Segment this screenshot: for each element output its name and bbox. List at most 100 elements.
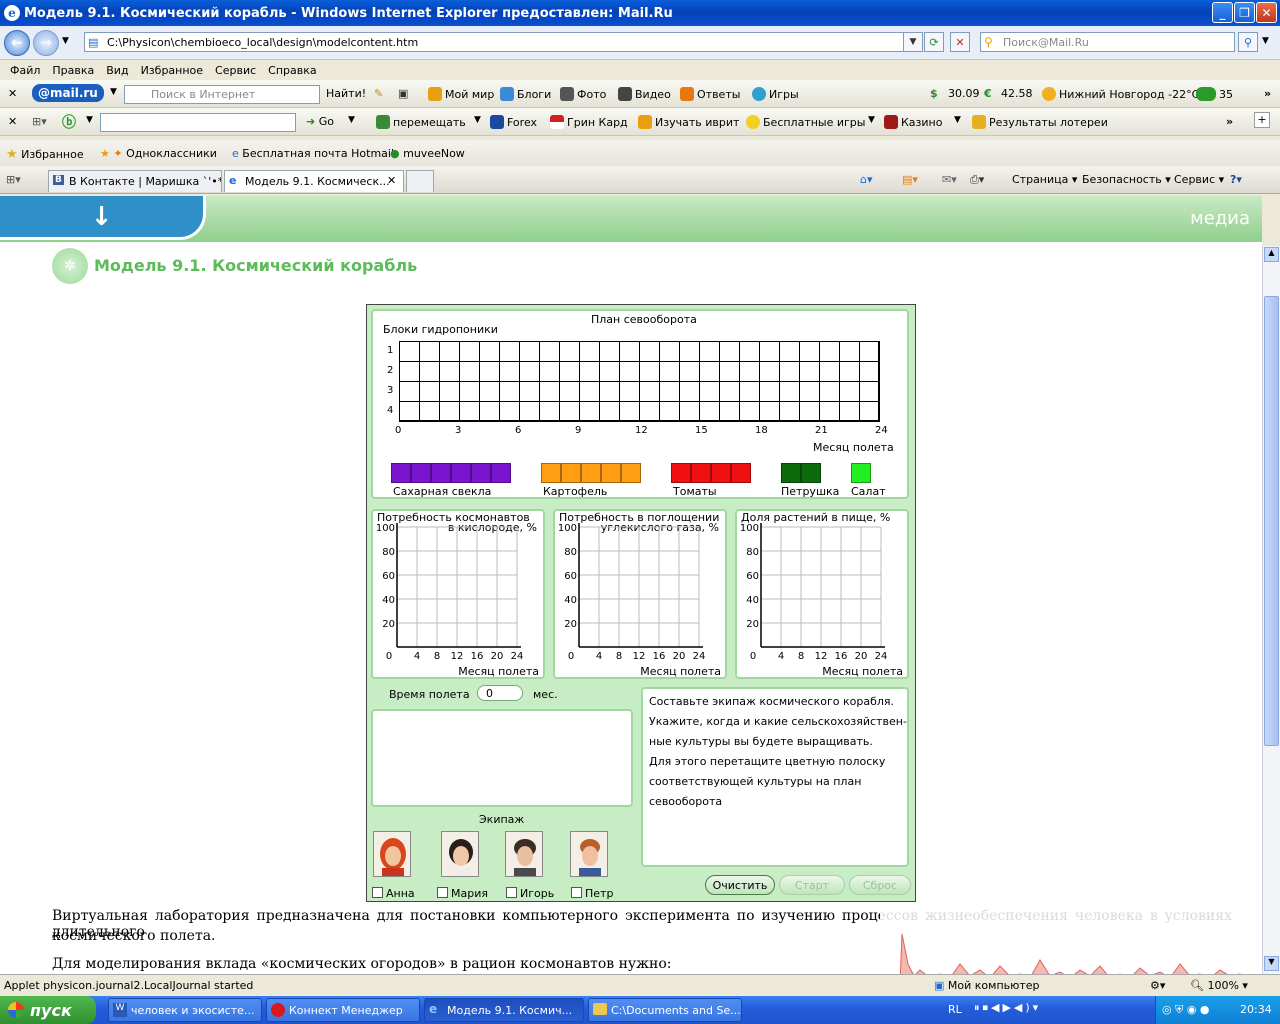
games-link[interactable]: Игры xyxy=(752,87,799,101)
menu-favorites[interactable]: Избранное xyxy=(141,64,203,80)
plan-cell[interactable] xyxy=(539,381,560,402)
find-button[interactable]: Найти! xyxy=(326,87,366,100)
plan-cell[interactable] xyxy=(439,401,460,422)
addon-menu-icon[interactable]: ⊞▾ xyxy=(32,115,47,128)
answers-link[interactable]: Ответы xyxy=(680,87,740,101)
plan-cell[interactable] xyxy=(659,341,680,362)
crop-segment[interactable] xyxy=(391,463,411,483)
service-menu[interactable]: Сервис ▾ xyxy=(1174,173,1224,186)
plan-cell[interactable] xyxy=(679,401,700,422)
close-tab-icon[interactable]: ✕ xyxy=(387,174,396,187)
plan-cell[interactable] xyxy=(479,361,500,382)
plan-cell[interactable] xyxy=(819,361,840,382)
plan-cell[interactable] xyxy=(499,361,520,382)
tray-icons[interactable]: ◎ ⛨ ◉ ● xyxy=(1162,1003,1210,1017)
address-input[interactable]: C:\Physicon\chembioeco_local\design\mode… xyxy=(84,32,920,52)
menu-tools[interactable]: Сервис xyxy=(215,64,256,80)
plan-cell[interactable] xyxy=(579,361,600,382)
plan-cell[interactable] xyxy=(699,361,720,382)
plan-cell[interactable] xyxy=(779,341,800,362)
hebrew-link[interactable]: Изучать иврит xyxy=(638,115,739,129)
tab-vkontakte[interactable]: B В Контакте | Маришка `'•*... xyxy=(48,170,222,192)
plan-cell[interactable] xyxy=(739,381,760,402)
plan-cell[interactable] xyxy=(559,341,580,362)
fav-hotmail[interactable]: e Бесплатная почта Hotmail xyxy=(232,147,394,160)
crop-segment[interactable] xyxy=(601,463,621,483)
blogs-link[interactable]: Блоги xyxy=(500,87,551,101)
addon-logo-dropdown-icon[interactable]: ▼ xyxy=(86,115,93,125)
search-go-icon[interactable]: ⚲ xyxy=(1238,32,1258,52)
plan-cell[interactable] xyxy=(819,341,840,362)
plan-cell[interactable] xyxy=(579,381,600,402)
plan-cell[interactable] xyxy=(419,381,440,402)
security-menu[interactable]: Безопасность ▾ xyxy=(1082,173,1171,186)
crew-photo-maria[interactable] xyxy=(441,831,479,877)
fav-odnoklassniki[interactable]: ★ ✦ Одноклассники xyxy=(100,147,217,160)
plan-cell[interactable] xyxy=(699,341,720,362)
plan-grid[interactable] xyxy=(399,341,880,422)
move-dropdown-icon[interactable]: ▼ xyxy=(474,115,481,125)
plan-cell[interactable] xyxy=(679,341,700,362)
plan-cell[interactable] xyxy=(399,361,420,382)
plan-cell[interactable] xyxy=(619,361,640,382)
plan-cell[interactable] xyxy=(499,381,520,402)
plan-cell[interactable] xyxy=(499,341,520,362)
crop-bar-potato[interactable] xyxy=(541,463,641,483)
usd-rate[interactable]: 30.09 xyxy=(948,87,980,100)
highlight-icon[interactable]: ✎ xyxy=(374,87,383,100)
home-icon[interactable]: ⌂▾ xyxy=(860,173,873,186)
menu-view[interactable]: Вид xyxy=(106,64,128,80)
crop-segment[interactable] xyxy=(851,463,871,483)
my-world-link[interactable]: Мой мир xyxy=(428,87,494,101)
addon-more-icon[interactable]: » xyxy=(1226,115,1233,128)
plan-cell[interactable] xyxy=(559,401,580,422)
plan-cell[interactable] xyxy=(639,401,660,422)
menu-edit[interactable]: Правка xyxy=(52,64,94,80)
plan-cell[interactable] xyxy=(579,401,600,422)
plan-cell[interactable] xyxy=(419,401,440,422)
plan-cell[interactable] xyxy=(639,361,660,382)
address-dropdown-icon[interactable]: ▼ xyxy=(903,32,923,52)
crop-segment[interactable] xyxy=(731,463,751,483)
plan-cell[interactable] xyxy=(439,381,460,402)
crop-segment[interactable] xyxy=(541,463,561,483)
crop-segment[interactable] xyxy=(711,463,731,483)
plan-cell[interactable] xyxy=(739,401,760,422)
traffic-link[interactable]: 35 xyxy=(1196,87,1233,101)
plan-cell[interactable] xyxy=(739,341,760,362)
crew-checkbox-anna[interactable] xyxy=(372,887,383,898)
crop-segment[interactable] xyxy=(801,463,821,483)
plan-cell[interactable] xyxy=(759,401,780,422)
plan-cell[interactable] xyxy=(719,341,740,362)
plan-cell[interactable] xyxy=(519,361,540,382)
plan-cell[interactable] xyxy=(579,341,600,362)
free-games-link[interactable]: Бесплатные игры xyxy=(746,115,865,129)
internet-search-input[interactable]: Поиск в Интернет xyxy=(124,85,320,104)
tab-model[interactable]: e Модель 9.1. Космическ... ✕ xyxy=(224,170,404,192)
crop-bar-sugar-beet[interactable] xyxy=(391,463,511,483)
crop-segment[interactable] xyxy=(581,463,601,483)
casino-dropdown-icon[interactable]: ▼ xyxy=(954,115,961,125)
menu-file[interactable]: Файл xyxy=(10,64,40,80)
quick-tabs-icon[interactable]: ⊞▾ xyxy=(6,173,21,186)
crop-segment[interactable] xyxy=(781,463,801,483)
language-indicator[interactable]: RL xyxy=(948,1003,962,1016)
scroll-up-icon[interactable]: ▲ xyxy=(1264,247,1279,262)
plan-cell[interactable] xyxy=(399,381,420,402)
crew-checkbox-igor[interactable] xyxy=(506,887,517,898)
plan-cell[interactable] xyxy=(699,401,720,422)
crop-segment[interactable] xyxy=(451,463,471,483)
plan-cell[interactable] xyxy=(459,341,480,362)
crew-checkbox-maria[interactable] xyxy=(437,887,448,898)
plan-cell[interactable] xyxy=(519,341,540,362)
crop-segment[interactable] xyxy=(561,463,581,483)
crop-segment[interactable] xyxy=(471,463,491,483)
plan-cell[interactable] xyxy=(659,361,680,382)
forward-button[interactable]: → xyxy=(33,30,59,56)
plan-cell[interactable] xyxy=(659,381,680,402)
free-games-dropdown-icon[interactable]: ▼ xyxy=(868,115,875,125)
plan-cell[interactable] xyxy=(679,381,700,402)
feeds-icon[interactable]: ▤▾ xyxy=(902,173,918,186)
plan-cell[interactable] xyxy=(539,341,560,362)
plan-cell[interactable] xyxy=(599,401,620,422)
